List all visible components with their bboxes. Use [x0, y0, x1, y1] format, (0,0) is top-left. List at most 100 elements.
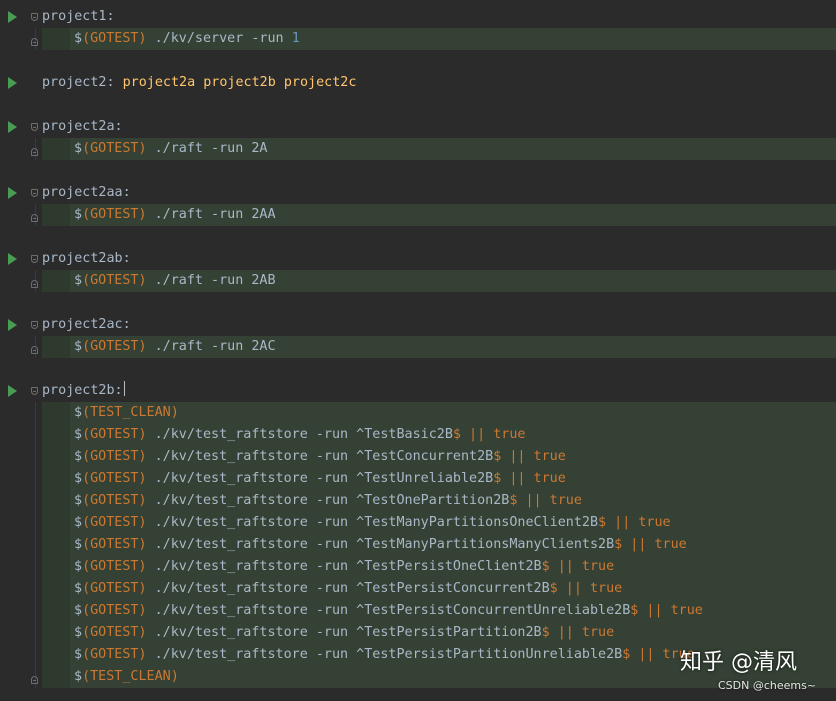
recipe-line[interactable]: $(GOTEST) ./kv/test_raftstore -run ^Test…	[74, 644, 695, 666]
makefile-target-line[interactable]: project2: project2a project2b project2c	[42, 72, 356, 94]
recipe-line[interactable]: $(GOTEST) ./kv/test_raftstore -run ^Test…	[74, 490, 582, 512]
recipe-line[interactable]: $(GOTEST) ./kv/test_raftstore -run ^Test…	[74, 556, 614, 578]
dollar-sign: $	[74, 471, 83, 486]
recipe-line[interactable]: $(GOTEST) ./kv/test_raftstore -run ^Test…	[74, 468, 566, 490]
recipe-tail: $ || true	[509, 493, 582, 508]
target-name: project1:	[42, 9, 115, 24]
recipe-line[interactable]: $(GOTEST) ./raft -run 2AA	[74, 204, 276, 226]
recipe-command: ./raft -run 2A	[146, 141, 268, 156]
target-name: project2b:	[42, 383, 123, 398]
zhihu-watermark: 知乎 @清风	[680, 650, 797, 675]
fold-end-icon[interactable]	[31, 676, 38, 684]
recipe-number: 1	[291, 31, 300, 46]
target-dependencies: project2a project2b project2c	[122, 75, 357, 90]
recipe-tab-highlight	[42, 490, 70, 512]
make-variable: (TEST_CLEAN)	[82, 405, 179, 420]
recipe-tab-highlight	[42, 402, 70, 424]
recipe-tab-highlight	[42, 446, 70, 468]
dollar-sign: $	[74, 669, 83, 684]
recipe-line[interactable]: $(GOTEST) ./raft -run 2AB	[74, 270, 276, 292]
recipe-line[interactable]: $(GOTEST) ./kv/test_raftstore -run ^Test…	[74, 512, 671, 534]
makefile-target-line[interactable]: project2a:	[42, 116, 123, 138]
makefile-target-line[interactable]: project2aa:	[42, 182, 131, 204]
recipe-command: ./raft -run 2AB	[146, 273, 276, 288]
dollar-sign: $	[74, 493, 83, 508]
make-variable: (GOTEST)	[82, 559, 147, 574]
recipe-line[interactable]: $(GOTEST) ./kv/test_raftstore -run ^Test…	[74, 534, 687, 556]
target-name: project2aa:	[42, 185, 131, 200]
fold-marker-icon[interactable]	[31, 255, 38, 263]
fold-end-icon[interactable]	[31, 148, 38, 156]
recipe-tab-highlight	[42, 666, 70, 688]
make-variable: (GOTEST)	[82, 339, 147, 354]
makefile-target-line[interactable]: project2ac:	[42, 314, 131, 336]
run-triangle-icon[interactable]	[8, 121, 17, 133]
recipe-line[interactable]: $(GOTEST) ./kv/test_raftstore -run ^Test…	[74, 446, 566, 468]
make-variable: (GOTEST)	[82, 647, 147, 662]
fold-marker-icon[interactable]	[31, 387, 38, 395]
dollar-sign: $	[74, 625, 83, 640]
run-triangle-icon[interactable]	[8, 77, 17, 89]
recipe-line[interactable]: $(GOTEST) ./kv/server -run 1	[74, 28, 300, 50]
dollar-sign: $	[74, 207, 83, 222]
recipe-command: ./kv/test_raftstore -run ^TestBasic2B	[146, 427, 453, 442]
make-variable: (GOTEST)	[82, 449, 147, 464]
recipe-line[interactable]: $(GOTEST) ./kv/test_raftstore -run ^Test…	[74, 600, 703, 622]
fold-marker-icon[interactable]	[31, 123, 38, 131]
recipe-tail: $ || true	[493, 449, 566, 464]
dollar-sign: $	[74, 31, 83, 46]
dollar-sign: $	[74, 405, 83, 420]
fold-end-icon[interactable]	[31, 346, 38, 354]
recipe-command: ./kv/test_raftstore -run ^TestPersistCon…	[146, 581, 550, 596]
run-triangle-icon[interactable]	[8, 385, 17, 397]
dollar-sign: $	[74, 515, 83, 530]
make-variable: (GOTEST)	[82, 581, 147, 596]
recipe-command: ./kv/test_raftstore -run ^TestManyPartit…	[146, 537, 615, 552]
make-variable: (GOTEST)	[82, 141, 147, 156]
recipe-tail: $ || true	[549, 581, 623, 596]
recipe-line[interactable]: $(GOTEST) ./raft -run 2A	[74, 138, 268, 160]
recipe-tab-highlight	[42, 578, 70, 600]
recipe-line[interactable]: $(GOTEST) ./raft -run 2AC	[74, 336, 276, 358]
recipe-command: ./kv/test_raftstore -run ^TestUnreliable…	[146, 471, 494, 486]
dollar-sign: $	[74, 273, 83, 288]
recipe-tail: $ || true	[630, 603, 703, 618]
fold-end-icon[interactable]	[31, 38, 38, 46]
fold-end-icon[interactable]	[31, 280, 38, 288]
dollar-sign: $	[74, 647, 83, 662]
makefile-editor[interactable]: project1: $(GOTEST) ./kv/server -run 1 pro…	[0, 0, 836, 701]
make-variable: (TEST_CLEAN)	[82, 669, 179, 684]
dollar-sign: $	[74, 141, 83, 156]
recipe-line[interactable]: $(TEST_CLEAN)	[74, 402, 179, 424]
recipe-command: ./raft -run 2AC	[146, 339, 276, 354]
recipe-command: ./kv/test_raftstore -run ^TestConcurrent…	[146, 449, 494, 464]
recipe-line[interactable]: $(GOTEST) ./kv/test_raftstore -run ^Test…	[74, 424, 525, 446]
fold-marker-icon[interactable]	[31, 321, 38, 329]
run-triangle-icon[interactable]	[8, 187, 17, 199]
make-variable: (GOTEST)	[82, 625, 147, 640]
make-variable: (GOTEST)	[82, 515, 147, 530]
recipe-tab-highlight	[42, 556, 70, 578]
run-triangle-icon[interactable]	[8, 319, 17, 331]
fold-marker-icon[interactable]	[31, 189, 38, 197]
text-caret	[123, 381, 125, 396]
make-variable: (GOTEST)	[82, 471, 147, 486]
makefile-target-line[interactable]: project2b:	[42, 380, 125, 402]
run-triangle-icon[interactable]	[8, 253, 17, 265]
recipe-tab-highlight	[42, 600, 70, 622]
recipe-tail: $ || true	[493, 471, 566, 486]
recipe-tab-highlight	[42, 138, 70, 160]
fold-end-icon[interactable]	[31, 214, 38, 222]
run-triangle-icon[interactable]	[8, 11, 17, 23]
recipe-tab-highlight	[42, 424, 70, 446]
recipe-tail: $ || true	[452, 427, 526, 442]
makefile-target-line[interactable]: project2ab:	[42, 248, 131, 270]
recipe-line[interactable]: $(TEST_CLEAN)	[74, 666, 179, 688]
dollar-sign: $	[74, 559, 83, 574]
recipe-line[interactable]: $(GOTEST) ./kv/test_raftstore -run ^Test…	[74, 622, 614, 644]
fold-marker-icon[interactable]	[31, 13, 38, 21]
recipe-line[interactable]: $(GOTEST) ./kv/test_raftstore -run ^Test…	[74, 578, 622, 600]
recipe-tail: $ || true	[598, 515, 671, 530]
makefile-target-line[interactable]: project1:	[42, 6, 115, 28]
dollar-sign: $	[74, 427, 83, 442]
